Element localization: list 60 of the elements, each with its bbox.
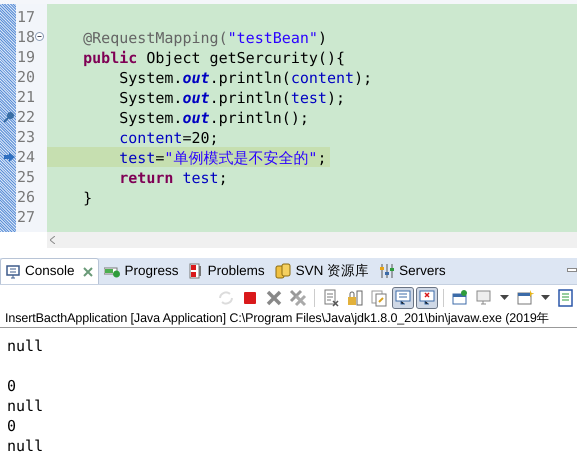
tab-label: Progress — [124, 262, 179, 280]
close-all-icon — [289, 288, 307, 306]
display-icon — [475, 288, 493, 306]
code-editor[interactable] — [0, 4, 577, 232]
tab-label: Problems — [208, 262, 265, 280]
line-number: 27 — [17, 207, 36, 227]
code-line: @RequestMapping("testBean") — [82, 29, 327, 47]
lock-icon — [346, 288, 364, 306]
database-icon — [274, 263, 291, 279]
horizontal-scrollbar[interactable] — [47, 232, 577, 248]
line-number: 21 — [17, 87, 36, 107]
line-number: 23 — [17, 127, 36, 147]
tab-label: Servers — [399, 262, 446, 280]
line-number: 25 — [17, 167, 36, 187]
monitor-icon — [394, 288, 412, 306]
panel-tab[interactable]: Servers — [374, 258, 451, 284]
panel-tab[interactable]: Progress — [98, 258, 184, 284]
line-number: 20 — [17, 67, 36, 87]
toolbar-button[interactable] — [392, 286, 414, 308]
console-line: null — [7, 396, 44, 416]
panel-tab[interactable]: Console — [0, 258, 99, 284]
warning-list-icon — [188, 263, 203, 279]
close-icon[interactable] — [82, 266, 93, 276]
line-number: 22 — [17, 107, 36, 127]
sliders-icon — [379, 264, 394, 278]
code-line: } — [82, 189, 92, 207]
line-number: 18 — [17, 27, 36, 47]
code-line: return test; — [118, 169, 228, 187]
caret-icon[interactable] — [500, 295, 509, 300]
line-number: 19 — [17, 47, 36, 67]
toolbar-button[interactable] — [416, 286, 438, 308]
progress-icon — [104, 264, 120, 278]
console-line: null — [7, 336, 44, 356]
tab-label: SVN 资源库 — [296, 262, 370, 280]
code-line: System.out.println(); — [118, 109, 309, 127]
pages-icon — [370, 288, 388, 306]
collapse-icon[interactable] — [35, 32, 44, 41]
close-icon — [265, 288, 283, 306]
caret-icon[interactable] — [541, 295, 550, 300]
line-number: 26 — [17, 187, 36, 207]
code-line: System.out.println(test); — [118, 89, 346, 107]
code-line: public Object getSercurity(){ — [82, 49, 346, 67]
console-line: 0 — [7, 416, 18, 436]
panel-tab[interactable]: SVN 资源库 — [270, 258, 374, 284]
line-number: 17 — [17, 7, 36, 27]
panel-tab[interactable]: Problems — [184, 258, 270, 284]
monitor-icon — [6, 264, 20, 278]
console-header: InsertBacthApplication [Java Application] C:\Program Files\Java\jdk1.8.0_201\bin\javaw.exe (2019年 — [5, 310, 550, 327]
sync-icon — [217, 288, 235, 306]
monitor-icon — [418, 288, 436, 306]
tab-label: Console — [25, 262, 75, 280]
minimize-icon[interactable] — [567, 268, 577, 272]
console-line: 0 — [7, 376, 18, 396]
document-icon — [322, 288, 340, 306]
line-number: 24 — [17, 147, 36, 167]
code-line: content=20; — [118, 129, 219, 147]
code-line: test="单例模式是不安全的"; — [118, 149, 326, 167]
console-line: null — [7, 436, 44, 456]
code-line: System.out.println(content); — [118, 69, 372, 87]
window-icon — [516, 288, 534, 306]
